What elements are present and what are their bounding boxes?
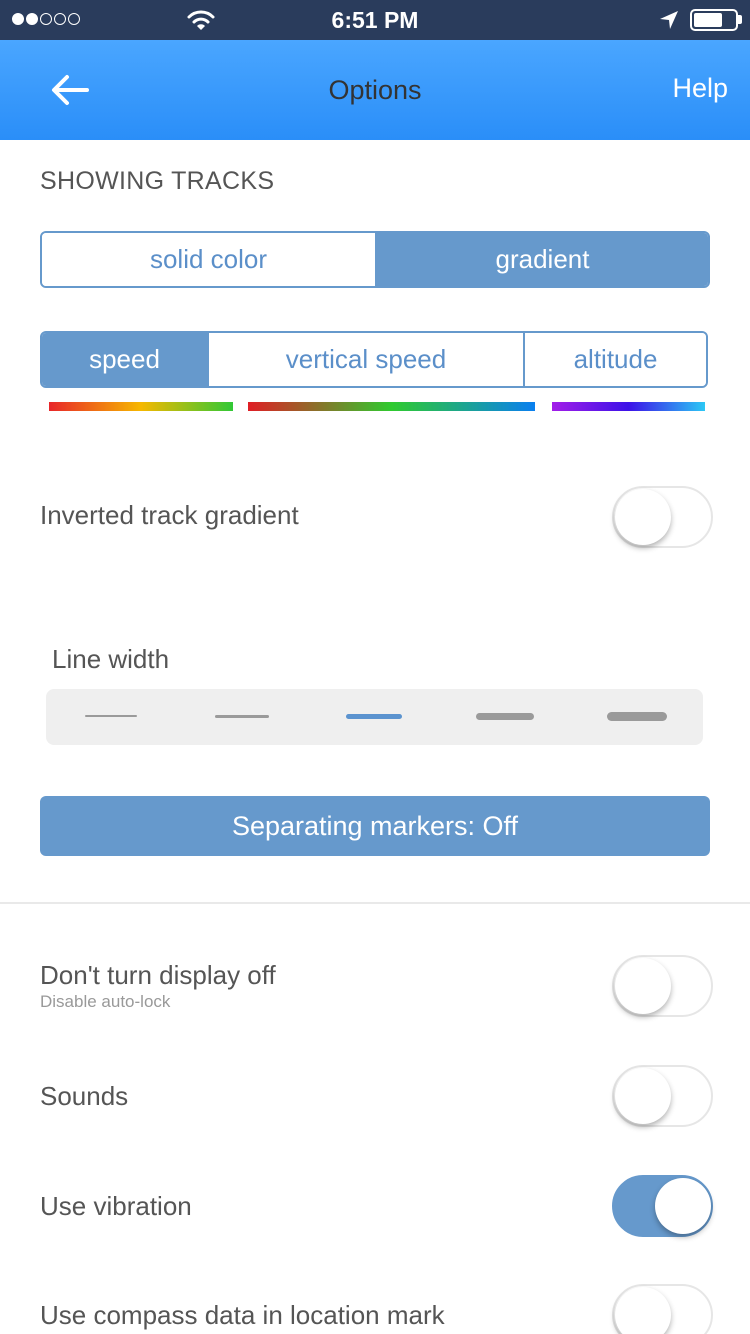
separating-markers-button[interactable]: Separating markers: Off xyxy=(40,796,710,856)
help-button[interactable]: Help xyxy=(672,73,728,104)
display-off-sublabel: Disable auto-lock xyxy=(40,992,171,1011)
segment-solid-color[interactable]: solid color xyxy=(42,233,375,286)
vertical-speed-gradient-bar xyxy=(248,402,535,411)
segment-speed[interactable]: speed xyxy=(42,333,207,386)
status-clock: 6:51 PM xyxy=(331,7,419,33)
display-off-label: Don't turn display off xyxy=(40,960,276,990)
inverted-gradient-toggle[interactable] xyxy=(612,486,713,548)
line-width-selector xyxy=(46,689,703,745)
page-title: Options xyxy=(328,75,422,105)
line-width-option-5[interactable] xyxy=(607,712,667,721)
track-color-mode-control: solid color gradient xyxy=(40,231,710,288)
speed-gradient-bar xyxy=(49,402,233,411)
section-divider xyxy=(0,902,750,904)
toggle-knob xyxy=(655,1178,711,1234)
vibration-label: Use vibration xyxy=(40,1191,192,1221)
vibration-toggle[interactable] xyxy=(612,1175,713,1237)
section-title-showing-tracks: SHOWING TRACKS xyxy=(40,167,275,195)
line-width-option-3[interactable] xyxy=(346,714,402,719)
battery-nub xyxy=(738,15,742,24)
gradient-metric-control: speed vertical speed altitude xyxy=(40,331,708,388)
line-width-option-1[interactable] xyxy=(85,715,137,717)
status-bar: 6:51 PM xyxy=(0,0,750,40)
toggle-knob xyxy=(615,1068,671,1124)
toggle-knob xyxy=(615,958,671,1014)
compass-toggle[interactable] xyxy=(612,1284,713,1334)
location-arrow-icon xyxy=(660,11,678,29)
inverted-gradient-label: Inverted track gradient xyxy=(40,500,299,530)
toggle-knob xyxy=(615,489,671,545)
compass-label: Use compass data in location mark xyxy=(40,1300,445,1330)
segment-altitude[interactable]: altitude xyxy=(523,333,706,386)
sounds-toggle[interactable] xyxy=(612,1065,713,1127)
toggle-knob xyxy=(615,1287,671,1334)
segment-gradient[interactable]: gradient xyxy=(375,233,708,286)
segment-vertical-speed[interactable]: vertical speed xyxy=(207,333,523,386)
line-width-label: Line width xyxy=(52,644,170,674)
line-width-option-2[interactable] xyxy=(215,715,269,718)
line-width-option-4[interactable] xyxy=(476,713,534,720)
display-off-toggle[interactable] xyxy=(612,955,713,1017)
altitude-gradient-bar xyxy=(552,402,705,411)
sounds-label: Sounds xyxy=(40,1081,129,1111)
header-bar: Options Help xyxy=(0,40,750,140)
battery-level xyxy=(694,13,722,27)
battery-icon xyxy=(690,9,738,31)
